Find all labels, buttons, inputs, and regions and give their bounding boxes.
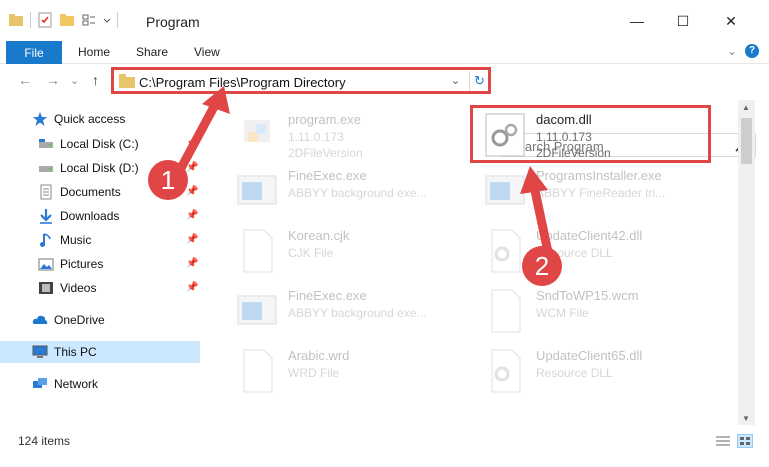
annotation-arrows (175, 86, 553, 257)
item-count: 124 items (18, 434, 71, 448)
scrollbar-thumb[interactable] (741, 118, 752, 164)
vertical-scrollbar[interactable]: ▲ ▼ (738, 100, 755, 425)
details-view-icon[interactable] (715, 434, 731, 448)
arrow-to-file (520, 166, 553, 257)
view-switcher (715, 434, 753, 448)
arrow-to-address (175, 86, 230, 175)
step-badge-2: 2 (522, 246, 562, 286)
tiles-view-icon[interactable] (737, 434, 753, 448)
scroll-up-icon[interactable]: ▲ (742, 103, 750, 112)
status-bar: 124 items (0, 428, 769, 467)
scroll-down-icon[interactable]: ▼ (742, 414, 750, 423)
step-badge-1: 1 (148, 160, 188, 200)
